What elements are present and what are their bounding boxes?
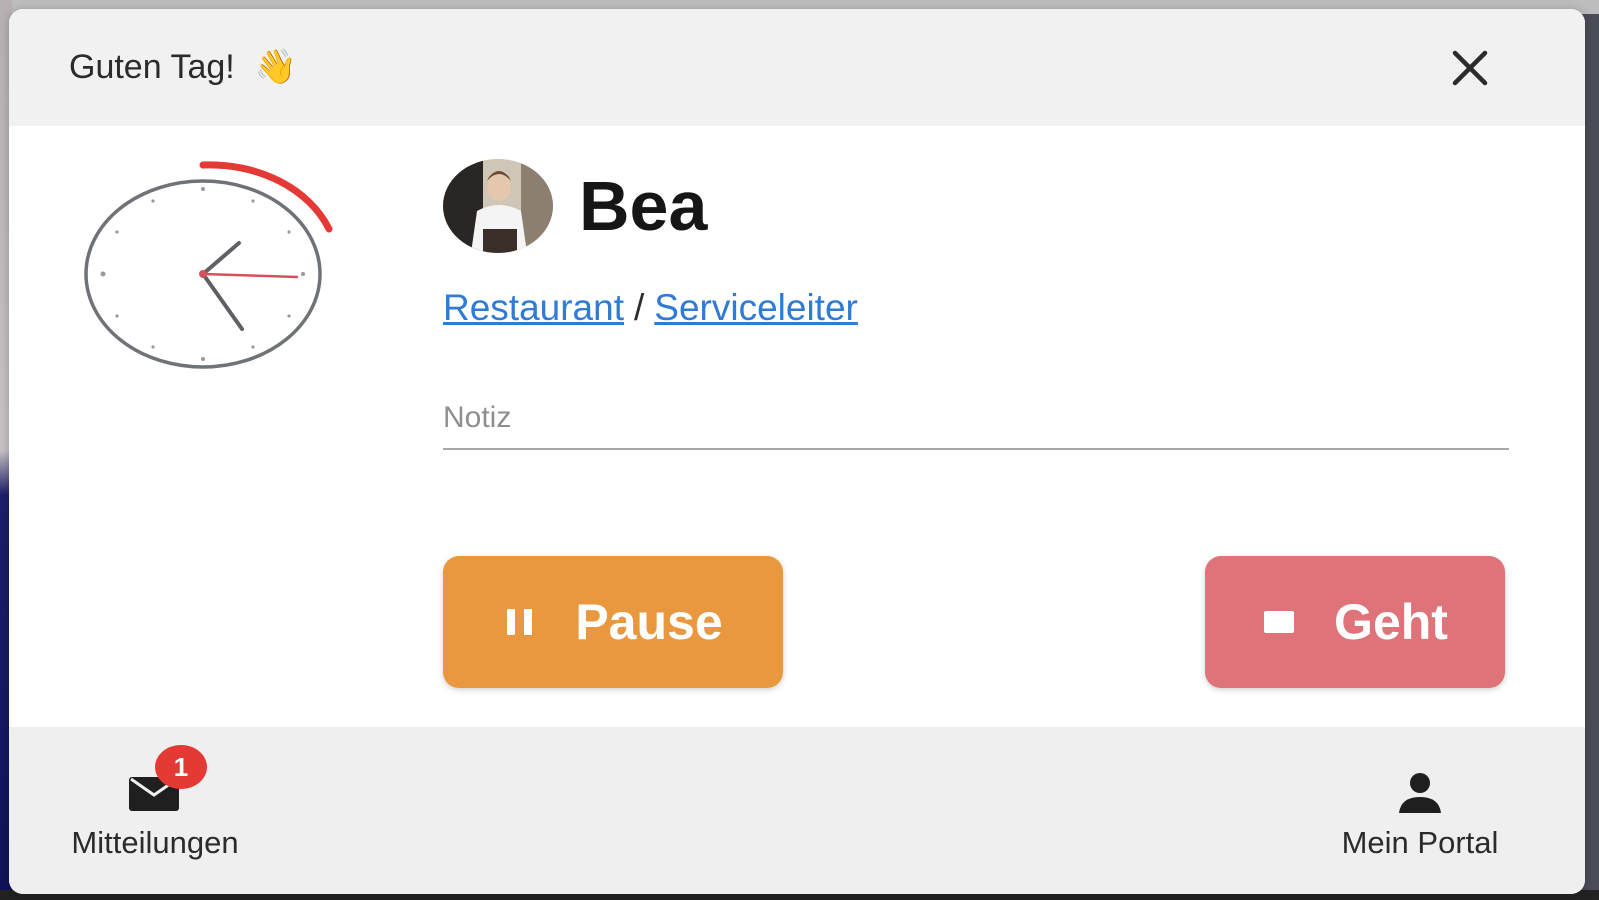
messages-badge: 1 [155, 745, 207, 789]
dialog-header: Guten Tag! 👋 [9, 9, 1585, 126]
pause-icon [503, 605, 537, 639]
pause-button[interactable]: Pause [443, 556, 783, 688]
nav-my-portal-label: Mein Portal [1341, 825, 1499, 860]
nav-messages[interactable]: 1 Mitteilungen [45, 745, 265, 861]
department-link[interactable]: Restaurant [443, 287, 624, 328]
breadcrumb-separator: / [634, 287, 645, 328]
clock-out-button[interactable]: Geht [1205, 556, 1505, 688]
close-button[interactable] [1447, 45, 1493, 91]
greeting-text: Guten Tag! [69, 47, 235, 86]
dialog-footer: 1 Mitteilungen Mein Portal [9, 727, 1585, 894]
avatar [443, 159, 553, 253]
stop-icon [1262, 607, 1296, 637]
close-icon [1452, 50, 1488, 86]
note-input[interactable] [443, 394, 1509, 450]
clock-icon [84, 161, 333, 369]
clock-out-label: Geht [1334, 594, 1448, 650]
pause-label: Pause [575, 594, 723, 650]
time-clock-dialog: Guten Tag! 👋 Bea Restaurant / Servicelei… [9, 9, 1585, 894]
position-link[interactable]: Serviceleiter [654, 287, 858, 328]
waving-hand-icon: 👋 [254, 48, 298, 86]
department-breadcrumb: Restaurant / Serviceleiter [443, 287, 858, 329]
greeting: Guten Tag! 👋 [69, 47, 297, 87]
employee-profile: Bea [443, 159, 707, 253]
employee-name: Bea [579, 167, 708, 245]
clock-illustration [79, 159, 339, 389]
person-icon [1380, 757, 1460, 815]
nav-my-portal[interactable]: Mein Portal [1315, 757, 1525, 861]
nav-messages-label: Mitteilungen [71, 825, 239, 860]
